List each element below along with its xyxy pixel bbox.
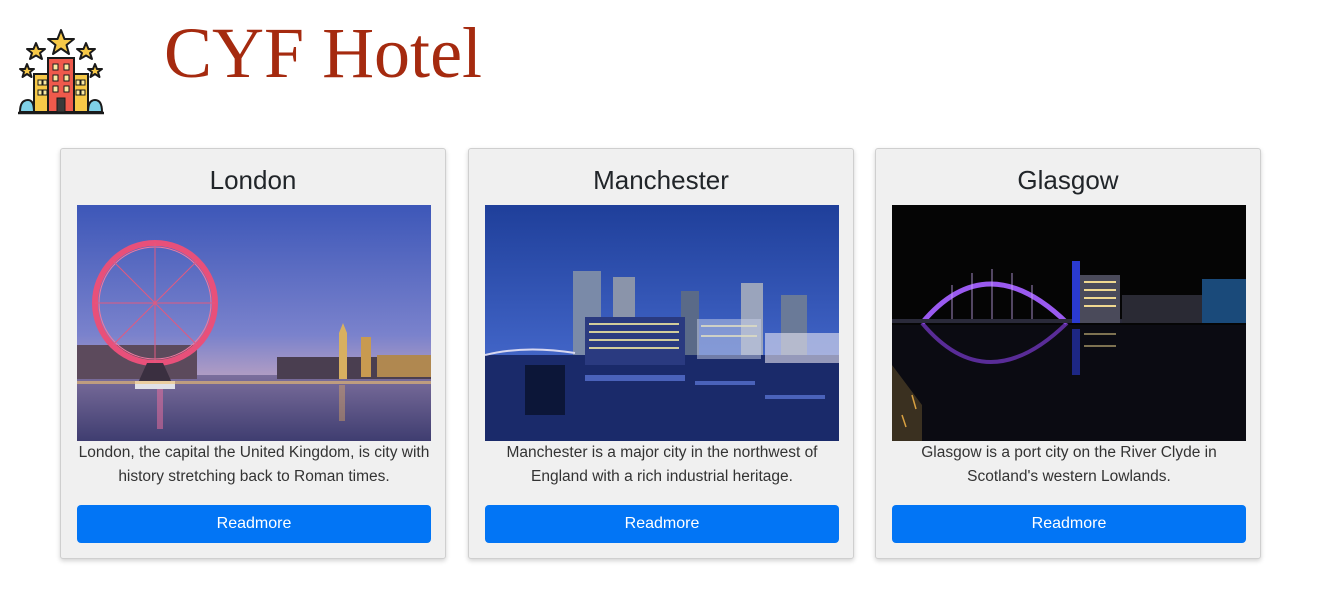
readmore-button[interactable]: Readmore — [485, 505, 839, 543]
city-cards: London London, the capital the United Ki… — [0, 0, 1320, 604]
readmore-button[interactable]: Readmore — [77, 505, 431, 543]
card-title: Glasgow — [1017, 165, 1119, 195]
card-description: Glasgow is a port city on the River Clyd… — [921, 444, 1217, 485]
city-card-glasgow: Glasgow Glasgow is a port city on the Ri… — [875, 148, 1261, 559]
card-title: London — [209, 165, 297, 195]
glasgow-image — [892, 205, 1246, 441]
card-description: Manchester is a major city in the northw… — [506, 444, 818, 485]
readmore-button[interactable]: Readmore — [892, 505, 1246, 543]
city-card-manchester: Manchester Manchester is a major city in… — [468, 148, 854, 559]
london-image — [77, 205, 431, 441]
card-description: London, the capital the United Kingdom, … — [78, 444, 430, 485]
manchester-image — [485, 205, 839, 441]
card-title: Manchester — [593, 165, 729, 195]
city-card-london: London London, the capital the United Ki… — [60, 148, 446, 559]
